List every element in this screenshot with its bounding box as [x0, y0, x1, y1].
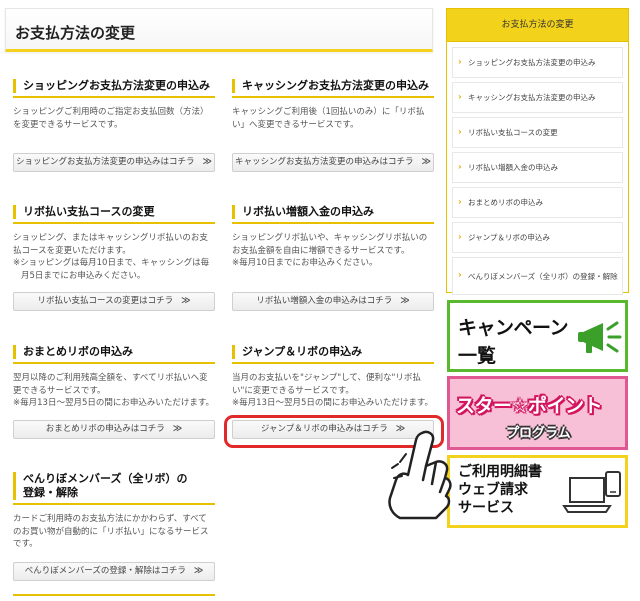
double-chevron-right-icon: ≫: [193, 566, 204, 576]
benribo-members-button[interactable]: べんりぼメンバーズの登録・解除はコチラ ≫: [13, 562, 215, 581]
chevron-right-icon: ›: [458, 270, 462, 281]
double-chevron-right-icon: ≫: [181, 296, 191, 306]
banner-line: スター☆ポイント: [456, 395, 603, 417]
banner-line: サービス: [458, 500, 514, 516]
sidebar-item-label: おまとめリボの申込み: [468, 198, 543, 207]
double-chevron-right-icon: ≫: [400, 296, 410, 306]
section-heading: ジャンプ＆リボの申込み: [232, 345, 434, 359]
chevron-right-icon: ›: [458, 127, 462, 137]
web-statement-banner[interactable]: ご利用明細書 ウェブ請求 サービス: [447, 455, 628, 528]
note-text: ※毎月10日までにお申込みください。: [232, 258, 378, 268]
section-description: ショッピング、またはキャッシングリボ払いのお支払コースを変更いただけます。 ※シ…: [13, 232, 215, 282]
page-header: お支払方法の変更: [5, 8, 433, 52]
banner-line: 一覧: [458, 345, 497, 367]
section-shopping-change: ショッピングお支払方法変更の申込み ショッピングご利用時のご指定お支払回数（方法…: [13, 79, 215, 131]
banner-line: プログラム: [506, 426, 571, 441]
omatome-revo-button[interactable]: おまとめリボの申込みはコチラ ≫: [13, 420, 215, 439]
button-label: ショッピングお支払方法変更の申込みはコチラ: [16, 157, 195, 167]
megaphone-icon: [578, 321, 622, 353]
sidebar-item-jump-revo[interactable]: › ジャンプ＆リボの申込み: [452, 222, 623, 253]
note-text: ※毎月13日～翌月5日の間にお申込みいただけます。: [13, 398, 214, 408]
sidebar-item-revo-course[interactable]: › リボ払い支払コースの変更: [452, 117, 623, 148]
section-description: 翌月以降のご利用残高全額を、すべてリボ払いへ変更できるサービスです。 ※毎月13…: [13, 372, 215, 410]
sidebar-item-label: キャッシングお支払方法変更の申込み: [468, 93, 596, 102]
section-heading: リボ払い支払コースの変更: [13, 205, 215, 219]
section-benribo-members: べんりぼメンバーズ（全リボ）の 登録・解除 カードご利用時のお支払方法にかかわら…: [13, 472, 215, 551]
button-label: おまとめリボの申込みはコチラ: [45, 424, 165, 434]
star-point-banner[interactable]: スター☆ポイント プログラム: [447, 376, 628, 450]
sidebar-item-cashing-change[interactable]: › キャッシングお支払方法変更の申込み: [452, 82, 623, 113]
banner-line: キャンペーン: [458, 317, 569, 339]
sidebar: お支払方法の変更 › ショッピングお支払方法変更の申込み › キャッシングお支払…: [446, 8, 629, 295]
chevron-right-icon: ›: [458, 162, 462, 172]
double-chevron-right-icon: ≫: [202, 157, 212, 167]
sidebar-title: お支払方法の変更: [447, 9, 628, 42]
note-text: ※毎月13日～翌月5日の間にお申込みいただけます。: [232, 398, 433, 408]
heading-rule: [232, 222, 434, 224]
button-label: キャッシングお支払方法変更の申込みはコチラ: [235, 157, 414, 167]
section-heading: リボ払い増額入金の申込み: [232, 205, 434, 219]
heading-rule: [13, 222, 215, 224]
campaign-banner[interactable]: キャンペーン 一覧: [447, 300, 628, 372]
section-description: 当月のお支払いを"ジャンプ"して、便利な"リボ払い"に変更できるサービスです。 …: [232, 372, 434, 410]
section-description: カードご利用時のお支払方法にかかわらず、すべてのお買い物が自動的に「リボ払い」に…: [13, 513, 215, 551]
button-label: リボ払い支払コースの変更はコチラ: [37, 296, 174, 306]
cashing-change-button[interactable]: キャッシングお支払方法変更の申込みはコチラ ≫: [232, 153, 434, 172]
section-rule: [13, 594, 215, 596]
laptop-icon: [562, 471, 621, 513]
section-revo-increase: リボ払い増額入金の申込み ショッピングリボ払いや、キャッシングリボ払いのお支払金…: [232, 205, 434, 270]
heading-rule: [13, 503, 215, 505]
revo-course-button[interactable]: リボ払い支払コースの変更はコチラ ≫: [13, 292, 215, 311]
section-description: ショッピングご利用時のご指定お支払回数（方法）を変更できるサービスです。: [13, 106, 215, 131]
page-title: お支払方法の変更: [15, 24, 136, 42]
sidebar-item-label: べんりぼメンバーズ（全リボ）の登録・解除: [468, 271, 618, 281]
heading-rule: [232, 96, 434, 98]
banner-line: ウェブ請求: [458, 482, 528, 498]
heading-rule: [232, 362, 434, 364]
section-heading: キャッシングお支払方法変更の申込み: [232, 79, 434, 93]
chevron-right-icon: ›: [458, 92, 462, 102]
section-omatome-revo: おまとめリボの申込み 翌月以降のご利用残高全額を、すべてリボ払いへ変更できるサー…: [13, 345, 215, 410]
sidebar-item-label: リボ払い支払コースの変更: [468, 128, 558, 137]
sidebar-item-omatome-revo[interactable]: › おまとめリボの申込み: [452, 187, 623, 218]
section-description: キャッシングご利用後（1回払いのみ）に「リボ払い」へ変更できるサービスです。: [232, 106, 434, 131]
section-cashing-change: キャッシングお支払方法変更の申込み キャッシングご利用後（1回払いのみ）に「リボ…: [232, 79, 434, 131]
heading-line: 登録・解除: [23, 486, 78, 499]
banner-line: ご利用明細書: [458, 464, 542, 480]
chevron-right-icon: ›: [458, 232, 462, 242]
section-heading: ショッピングお支払方法変更の申込み: [13, 79, 215, 93]
sidebar-list: › ショッピングお支払方法変更の申込み › キャッシングお支払方法変更の申込み …: [447, 42, 628, 295]
description-text: 当月のお支払いを"ジャンプ"して、便利な"リボ払い"に変更できるサービスです。: [232, 373, 421, 396]
button-label: リボ払い増額入金の申込みはコチラ: [256, 296, 393, 306]
heading-line: べんりぼメンバーズ（全リボ）の: [23, 472, 188, 485]
description-text: 翌月以降のご利用残高全額を、すべてリボ払いへ変更できるサービスです。: [13, 373, 208, 396]
sidebar-item-label: ショッピングお支払方法変更の申込み: [468, 58, 596, 67]
sidebar-item-revo-increase[interactable]: › リボ払い増額入金の申込み: [452, 152, 623, 183]
sidebar-item-benribo-members[interactable]: › べんりぼメンバーズ（全リボ）の登録・解除: [452, 257, 623, 295]
sidebar-item-label: リボ払い増額入金の申込み: [468, 163, 558, 172]
section-jump-revo: ジャンプ＆リボの申込み 当月のお支払いを"ジャンプ"して、便利な"リボ払い"に変…: [232, 345, 434, 410]
double-chevron-right-icon: ≫: [421, 157, 431, 167]
heading-rule: [13, 362, 215, 364]
sidebar-item-shopping-change[interactable]: › ショッピングお支払方法変更の申込み: [452, 47, 623, 78]
description-text: ショッピングご利用時のご指定お支払回数（方法）を変更できるサービスです。: [13, 107, 209, 130]
heading-rule: [13, 96, 215, 98]
chevron-right-icon: ›: [458, 197, 462, 207]
note-text: ※ショッピングは毎月10日まで、キャッシングは毎月5日までにお申込みください。: [13, 258, 210, 281]
pointing-hand-icon: [388, 430, 452, 520]
description-text: ショッピング、またはキャッシングリボ払いのお支払コースを変更いただけます。: [13, 233, 208, 256]
section-heading: べんりぼメンバーズ（全リボ）の 登録・解除: [13, 472, 215, 500]
section-description: ショッピングリボ払いや、キャッシングリボ払いのお支払金額を自由に増額できるサービ…: [232, 232, 434, 270]
section-revo-course: リボ払い支払コースの変更 ショッピング、またはキャッシングリボ払いのお支払コース…: [13, 205, 215, 282]
sidebar-item-label: ジャンプ＆リボの申込み: [468, 233, 550, 242]
button-label: べんりぼメンバーズの登録・解除はコチラ: [24, 566, 186, 576]
section-heading: おまとめリボの申込み: [13, 345, 215, 359]
double-chevron-right-icon: ≫: [172, 424, 183, 434]
chevron-right-icon: ›: [458, 57, 462, 67]
revo-increase-button[interactable]: リボ払い増額入金の申込みはコチラ ≫: [232, 292, 434, 311]
description-text: カードご利用時のお支払方法にかかわらず、すべてのお買い物が自動的に「リボ払い」に…: [13, 514, 209, 549]
description-text: キャッシングご利用後（1回払いのみ）に「リボ払い」へ変更できるサービスです。: [232, 107, 425, 130]
description-text: ショッピングリボ払いや、キャッシングリボ払いのお支払金額を自由に増額できるサービ…: [232, 233, 428, 256]
shopping-change-button[interactable]: ショッピングお支払方法変更の申込みはコチラ ≫: [13, 153, 215, 172]
